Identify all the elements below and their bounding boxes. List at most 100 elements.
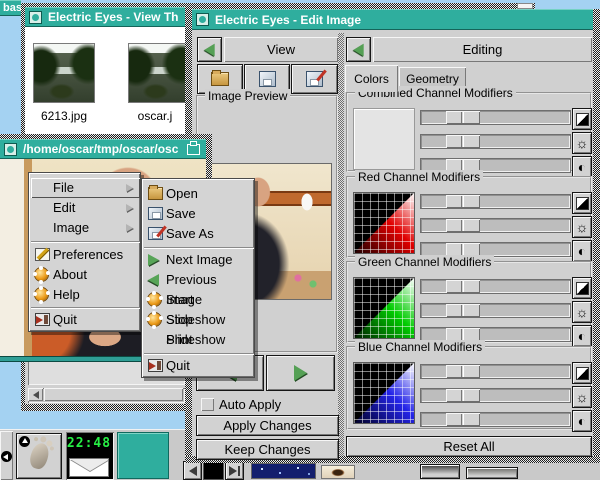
editing-back-button[interactable]	[346, 37, 371, 62]
red-brightness-slider[interactable]	[420, 218, 571, 233]
blue-brightness-button[interactable]: ☼	[572, 386, 592, 408]
view-panel-header[interactable]: View	[224, 37, 338, 62]
tab-geometry-label: Geometry	[406, 72, 459, 86]
menu-item-next-image[interactable]: Next Image	[144, 250, 254, 270]
quit-icon	[148, 359, 163, 372]
menu-item-image[interactable]: Image	[31, 218, 140, 238]
green-gamma-slider[interactable]	[420, 279, 571, 294]
scrollbar-left-button[interactable]	[28, 388, 43, 401]
task-button[interactable]	[466, 467, 518, 479]
green-contrast-button[interactable]: ◐	[572, 325, 592, 347]
slider-handle[interactable]	[446, 413, 480, 426]
quit-icon	[35, 313, 50, 326]
menu-item-about[interactable]: About	[31, 265, 140, 285]
window-menu-icon[interactable]	[29, 11, 42, 24]
menu-item-previous-image[interactable]: Previous Image	[144, 270, 254, 290]
blue-contrast-slider[interactable]	[420, 412, 571, 427]
menu-item-open[interactable]: Open	[144, 184, 254, 204]
editing-panel-header[interactable]: Editing	[373, 37, 592, 62]
blue-curve-display	[353, 362, 415, 424]
iconify-icon[interactable]	[187, 144, 200, 155]
titlebar-edit-image[interactable]: Electric Eyes - Edit Image	[192, 9, 593, 30]
green-brightness-button[interactable]: ☼	[572, 301, 592, 323]
pager-right-button[interactable]	[225, 461, 244, 480]
red-gamma-slider[interactable]	[420, 194, 571, 209]
slider-handle[interactable]	[446, 389, 480, 402]
blue-brightness-slider[interactable]	[420, 388, 571, 403]
window-menu-icon[interactable]	[196, 13, 209, 26]
menu-item-help[interactable]: Help	[31, 285, 140, 305]
panel-hide-button[interactable]	[0, 431, 13, 480]
pager-right-icon	[229, 466, 237, 476]
slider-handle[interactable]	[446, 280, 480, 293]
menu-item-stop-slideshow[interactable]: Stop Slideshow	[144, 310, 254, 330]
titlebar-image-path[interactable]: /home/oscar/tmp/oscar/osc	[0, 139, 206, 159]
eye-applet[interactable]	[321, 465, 355, 479]
desktop: bas Electric Eyes - View Th 6213.jpg osc…	[0, 0, 600, 480]
slider-handle[interactable]	[446, 304, 480, 317]
editing-panel-title: Editing	[463, 42, 503, 57]
horizontal-scrollbar[interactable]	[28, 388, 185, 403]
menu-label: Open	[166, 186, 198, 201]
combined-gamma-slider[interactable]	[420, 110, 571, 125]
window-border[interactable]	[21, 404, 188, 411]
gamma-icon	[576, 197, 589, 210]
apply-changes-button[interactable]: Apply Changes	[196, 415, 339, 436]
menu-item-quit[interactable]: Quit	[31, 310, 140, 330]
starfield-applet[interactable]	[251, 463, 316, 479]
blue-contrast-button[interactable]: ◐	[572, 410, 592, 432]
menu-item-file[interactable]: File	[31, 178, 140, 198]
pager-left-button[interactable]	[183, 461, 202, 480]
menu-item-edit[interactable]: Edit	[31, 198, 140, 218]
blue-gamma-slider[interactable]	[420, 364, 571, 379]
red-contrast-button[interactable]: ◐	[572, 240, 592, 262]
scrollbar-thumb[interactable]	[44, 388, 183, 401]
thumbnail-6213[interactable]	[33, 43, 95, 103]
blue-gamma-button[interactable]	[572, 362, 592, 384]
pager-current-desk[interactable]	[203, 461, 224, 480]
auto-apply-checkbox[interactable]	[201, 398, 214, 411]
save-floppy-icon	[259, 71, 276, 87]
green-brightness-slider[interactable]	[420, 303, 571, 318]
menu-item-print[interactable]: Print	[144, 330, 254, 350]
keep-changes-button[interactable]: Keep Changes	[196, 439, 339, 460]
combined-contrast-button[interactable]: ◐	[572, 156, 592, 178]
green-gamma-button[interactable]	[572, 277, 592, 299]
save-as-toolbar-button[interactable]	[291, 64, 338, 94]
menu-item-start-slideshow[interactable]: Start Slideshow	[144, 290, 254, 310]
pager-desktop-applet[interactable]	[117, 432, 169, 479]
start-slideshow-icon	[148, 293, 161, 306]
reset-all-button[interactable]: Reset All	[346, 436, 592, 457]
blue-section-label: Blue Channel Modifiers	[355, 340, 485, 354]
gnome-main-menu-button[interactable]	[16, 433, 62, 479]
combined-gamma-button[interactable]	[572, 108, 592, 130]
menu-label: Preferences	[53, 247, 123, 262]
clock-mail-applet[interactable]: 22:48	[66, 432, 114, 480]
window-menu-icon[interactable]	[4, 143, 17, 156]
titlebar-view-thumbnails[interactable]: Electric Eyes - View Th	[25, 7, 188, 27]
brightness-icon: ☼	[576, 220, 589, 234]
tab-colors[interactable]: Colors	[345, 65, 398, 92]
next-image-button[interactable]	[266, 355, 335, 391]
background-window-title-fragment[interactable]: bas	[0, 0, 21, 16]
slider-handle[interactable]	[446, 111, 480, 124]
menu-item-quit[interactable]: Quit	[144, 356, 254, 376]
menu-item-save[interactable]: Save	[144, 204, 254, 224]
view-back-button[interactable]	[197, 37, 222, 62]
thumbnail-oscar[interactable]	[128, 43, 188, 103]
red-channel-section: Red Channel Modifiers ☼ ◐	[346, 176, 592, 258]
red-gamma-button[interactable]	[572, 192, 592, 214]
window-border[interactable]	[593, 9, 600, 463]
slider-handle[interactable]	[446, 219, 480, 232]
slider-handle[interactable]	[446, 135, 480, 148]
task-button[interactable]	[420, 464, 460, 479]
slider-handle[interactable]	[446, 365, 480, 378]
red-brightness-button[interactable]: ☼	[572, 216, 592, 238]
slider-handle[interactable]	[446, 195, 480, 208]
menu-item-preferences[interactable]: Preferences	[31, 245, 140, 265]
brightness-icon: ☼	[576, 136, 589, 150]
menu-label: Edit	[53, 200, 75, 215]
menu-item-save-as[interactable]: Save As	[144, 224, 254, 244]
combined-brightness-slider[interactable]	[420, 134, 571, 149]
combined-brightness-button[interactable]: ☼	[572, 132, 592, 154]
